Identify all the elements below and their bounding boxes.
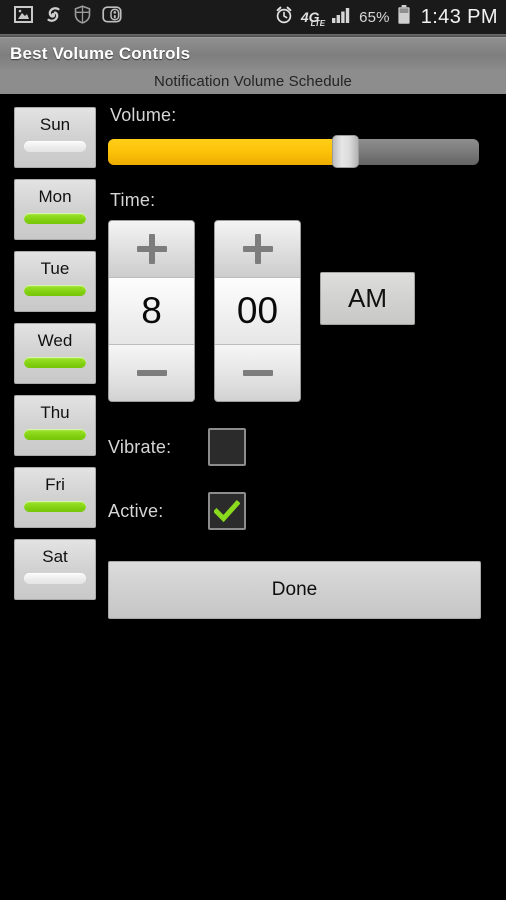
battery-percent-label: 65% (359, 8, 390, 26)
day-label: Sun (39, 115, 71, 134)
gallery-icon (14, 6, 33, 28)
active-checkbox[interactable] (208, 492, 246, 530)
day-toggle-wed[interactable]: Wed (14, 323, 96, 384)
minute-increment-button[interactable] (215, 221, 300, 277)
vibrate-checkbox[interactable] (208, 428, 246, 466)
vibrate-row: Vibrate: (108, 428, 498, 466)
minute-decrement-button[interactable] (215, 345, 300, 401)
settings-panel: Volume: Time: 8 00 AM Vibrate: Active: D… (108, 105, 498, 619)
app-title: Best Volume Controls (10, 43, 191, 63)
day-toggle-sat[interactable]: Sat (14, 539, 96, 600)
volume-slider-thumb[interactable] (331, 135, 359, 168)
network-type-sub: LTE (310, 18, 326, 28)
hour-value[interactable]: 8 (109, 277, 194, 345)
hour-picker: 8 (108, 220, 195, 402)
time-picker-row: 8 00 AM (108, 220, 498, 402)
day-status-led (24, 501, 86, 512)
volume-slider-fill (108, 139, 346, 165)
screen-subtitle: Notification Volume Schedule (154, 73, 352, 90)
done-button[interactable]: Done (108, 561, 481, 619)
active-row: Active: (108, 492, 498, 530)
meridiem-toggle-button[interactable]: AM (320, 272, 415, 325)
shield-icon (74, 5, 91, 29)
minute-value[interactable]: 00 (215, 277, 300, 345)
volume-label: Volume: (110, 105, 177, 125)
plus-icon (242, 234, 273, 264)
day-status-led (24, 573, 86, 584)
app-title-bar: Best Volume Controls (0, 37, 506, 69)
day-label: Mon (38, 187, 72, 206)
day-status-led (24, 141, 86, 152)
day-label: Fri (45, 475, 65, 494)
vibrate-label: Vibrate: (108, 436, 172, 457)
hour-increment-button[interactable] (109, 221, 194, 277)
day-toggle-tue[interactable]: Tue (14, 251, 96, 312)
day-toggle-fri[interactable]: Fri (14, 467, 96, 528)
status-bar-left-icons (14, 5, 122, 29)
day-status-led (24, 213, 86, 224)
volume-slider[interactable] (108, 135, 479, 168)
day-status-led (24, 285, 86, 296)
active-label: Active: (108, 500, 164, 521)
day-toggle-sun[interactable]: Sun (14, 107, 96, 168)
network-type-icon: 4G LTE (301, 10, 325, 28)
status-bar-right-icons: 4G LTE 65% 1:43 PM (274, 4, 498, 30)
minus-icon (136, 370, 167, 376)
signal-bars-icon (332, 6, 352, 28)
day-toggle-mon[interactable]: Mon (14, 179, 96, 240)
day-selector-list: Sun Mon Tue Wed Thu Fri Sat (14, 107, 96, 611)
day-label: Thu (40, 403, 70, 422)
plus-icon (136, 234, 167, 264)
status-bar: 4G LTE 65% 1:43 PM (0, 0, 506, 34)
clock-time: 1:43 PM (420, 5, 498, 28)
day-toggle-thu[interactable]: Thu (14, 395, 96, 456)
day-label: Wed (37, 331, 73, 350)
sync-icon (44, 5, 63, 29)
day-status-led (24, 357, 86, 368)
main-content: Sun Mon Tue Wed Thu Fri Sat Volume: Time… (0, 97, 506, 900)
hour-decrement-button[interactable] (109, 345, 194, 401)
remote-icon (102, 5, 122, 29)
checkmark-icon (214, 500, 240, 522)
alarm-clock-icon (274, 5, 294, 30)
battery-icon (397, 4, 411, 30)
day-label: Sat (42, 547, 68, 566)
time-label: Time: (110, 190, 156, 210)
screen-subtitle-bar: Notification Volume Schedule (0, 69, 506, 94)
day-label: Tue (40, 259, 70, 278)
minute-picker: 00 (214, 220, 301, 402)
minus-icon (242, 370, 273, 376)
day-status-led (24, 429, 86, 440)
